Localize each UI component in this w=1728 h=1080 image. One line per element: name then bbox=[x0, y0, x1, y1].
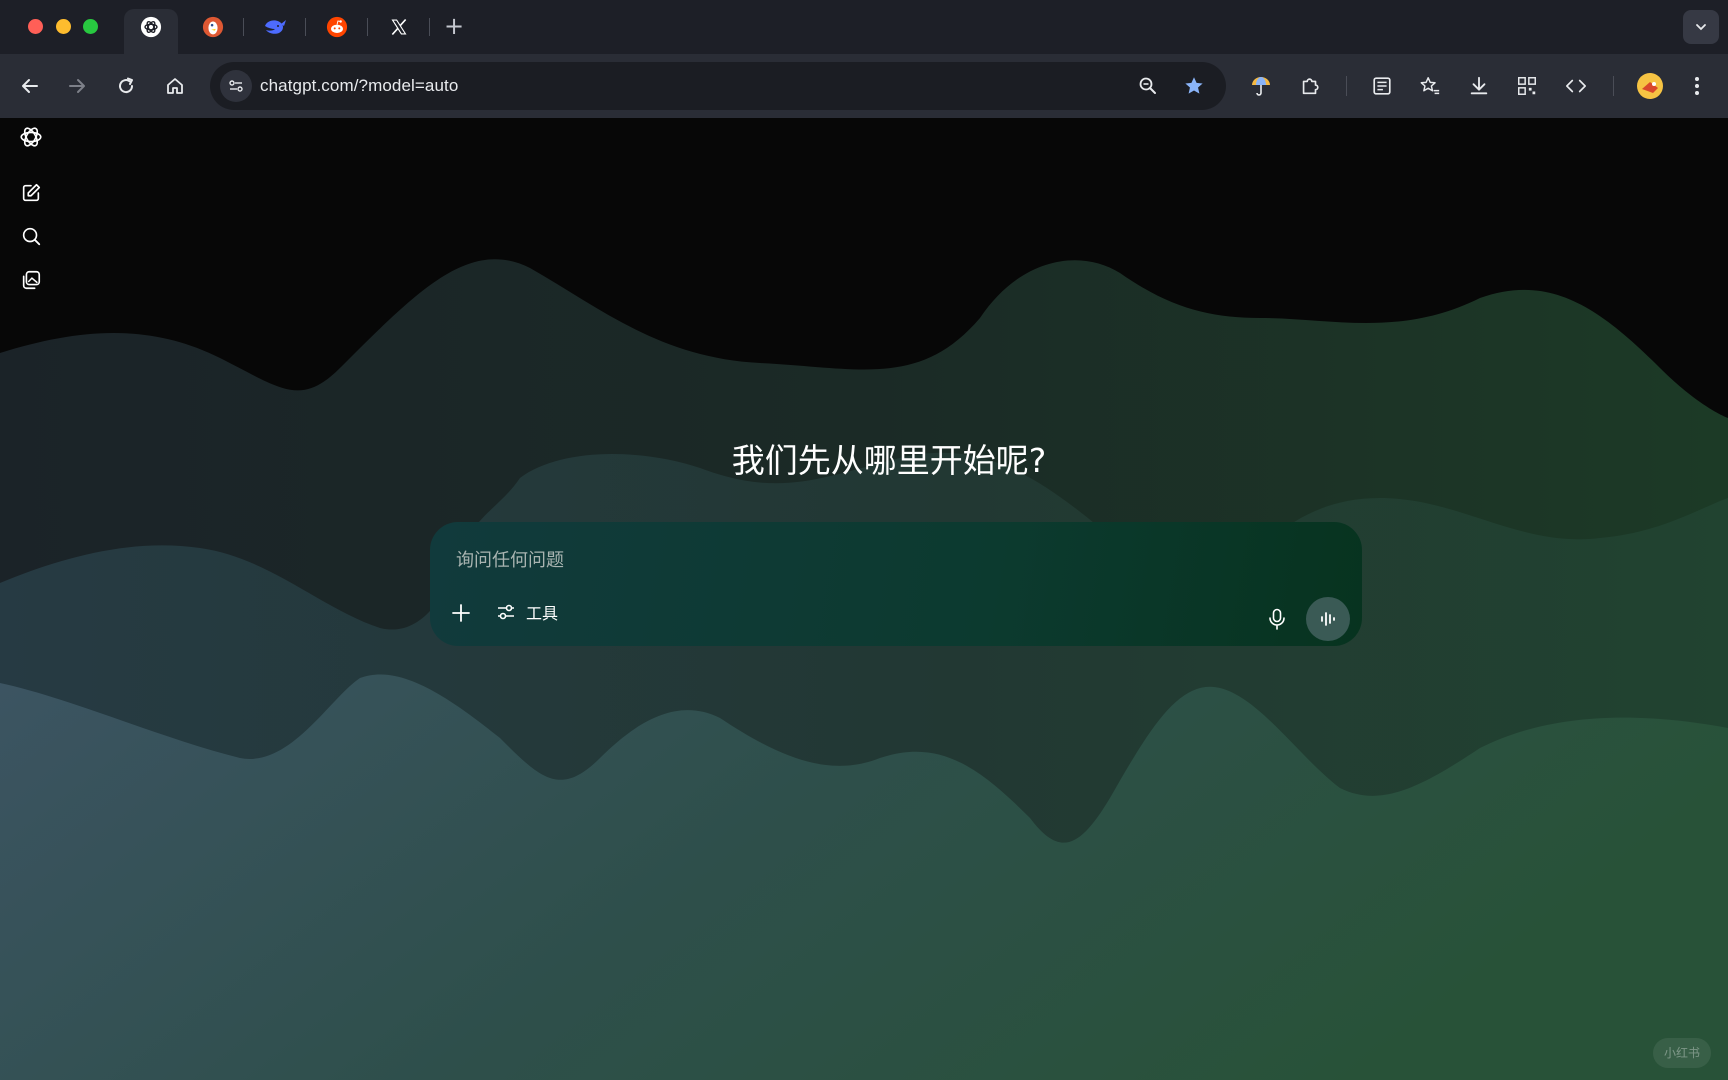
arrow-left-icon bbox=[22, 79, 38, 93]
zoom-out-icon bbox=[1139, 77, 1156, 94]
library-button[interactable] bbox=[18, 267, 44, 293]
browser-toolbar: chatgpt.com/?model=auto bbox=[0, 54, 1728, 118]
tools-label[interactable]: 工具 bbox=[526, 600, 558, 624]
new-tab-button[interactable]: + bbox=[441, 13, 467, 39]
chatgpt-page: 我们先从哪里开始呢? 询问任何问题 工具 bbox=[0, 118, 1728, 1080]
url-text[interactable]: chatgpt.com/?model=auto bbox=[260, 76, 458, 96]
home-button[interactable] bbox=[157, 68, 193, 104]
plus-icon bbox=[452, 604, 470, 622]
star-list-icon bbox=[1420, 77, 1440, 95]
arrow-right-icon bbox=[69, 79, 85, 93]
tab-deepseek[interactable] bbox=[263, 15, 287, 39]
star-filled-icon bbox=[1185, 77, 1203, 94]
zoom-button[interactable] bbox=[1130, 68, 1166, 104]
profile-button[interactable] bbox=[1632, 68, 1668, 104]
chevron-down-icon bbox=[1696, 24, 1706, 31]
maximize-window-button[interactable] bbox=[83, 19, 98, 34]
images-icon bbox=[22, 270, 41, 290]
code-brackets-icon bbox=[1566, 79, 1586, 93]
tab-strip: + bbox=[0, 0, 1728, 54]
prompt-composer[interactable]: 询问任何问题 工具 bbox=[430, 522, 1362, 646]
home-icon bbox=[167, 78, 183, 94]
download-icon bbox=[1470, 76, 1488, 95]
x-logo-icon bbox=[391, 18, 407, 36]
umbrella-icon bbox=[1252, 77, 1270, 96]
bookmark-button[interactable] bbox=[1176, 68, 1212, 104]
deepseek-whale-icon bbox=[265, 20, 286, 34]
avatar bbox=[1637, 73, 1663, 99]
extension-umbrella-button[interactable] bbox=[1243, 68, 1279, 104]
reload-icon bbox=[119, 77, 134, 94]
tab-x[interactable] bbox=[387, 15, 411, 39]
favorites-button[interactable] bbox=[1412, 68, 1448, 104]
devtools-button[interactable] bbox=[1558, 68, 1594, 104]
sliders-icon bbox=[498, 604, 514, 620]
tab-duckduckgo[interactable] bbox=[201, 15, 225, 39]
page-title: 我们先从哪里开始呢? bbox=[731, 441, 1047, 480]
watermark: 小红书 bbox=[1653, 1038, 1711, 1068]
reload-button[interactable] bbox=[108, 68, 144, 104]
edit-icon bbox=[22, 183, 41, 202]
address-bar[interactable]: chatgpt.com/?model=auto bbox=[210, 62, 1226, 110]
duckduckgo-icon bbox=[202, 16, 224, 38]
waveform-icon bbox=[1321, 612, 1335, 626]
site-info-button[interactable] bbox=[220, 70, 252, 102]
qr-code-icon bbox=[1518, 77, 1536, 95]
new-chat-button[interactable] bbox=[18, 180, 44, 206]
close-window-button[interactable] bbox=[28, 19, 43, 34]
search-chats-button[interactable] bbox=[18, 223, 44, 249]
microphone-icon bbox=[1269, 608, 1285, 630]
forward-button[interactable] bbox=[59, 68, 95, 104]
tab-chatgpt[interactable] bbox=[124, 9, 178, 54]
extensions-button[interactable] bbox=[1292, 68, 1328, 104]
tab-reddit[interactable] bbox=[325, 15, 349, 39]
puzzle-icon bbox=[1302, 78, 1319, 95]
tune-icon bbox=[229, 80, 243, 92]
qr-code-button[interactable] bbox=[1509, 68, 1545, 104]
reading-list-icon bbox=[1373, 77, 1391, 95]
voice-mode-button[interactable] bbox=[1306, 597, 1350, 641]
prompt-input[interactable]: 询问任何问题 bbox=[456, 546, 564, 572]
tab-search-button[interactable] bbox=[1683, 10, 1719, 44]
downloads-button[interactable] bbox=[1461, 68, 1497, 104]
reading-list-button[interactable] bbox=[1364, 68, 1400, 104]
more-vertical-icon bbox=[1695, 77, 1699, 95]
dictate-button[interactable] bbox=[1265, 606, 1289, 632]
reddit-icon bbox=[326, 16, 348, 38]
openai-logo-icon bbox=[139, 15, 163, 39]
menu-button[interactable] bbox=[1679, 68, 1715, 104]
openai-logo-icon[interactable] bbox=[18, 124, 44, 150]
attach-button[interactable] bbox=[448, 600, 474, 626]
tools-button[interactable] bbox=[494, 600, 518, 624]
back-button[interactable] bbox=[12, 68, 48, 104]
search-icon bbox=[22, 227, 41, 246]
minimize-window-button[interactable] bbox=[56, 19, 71, 34]
